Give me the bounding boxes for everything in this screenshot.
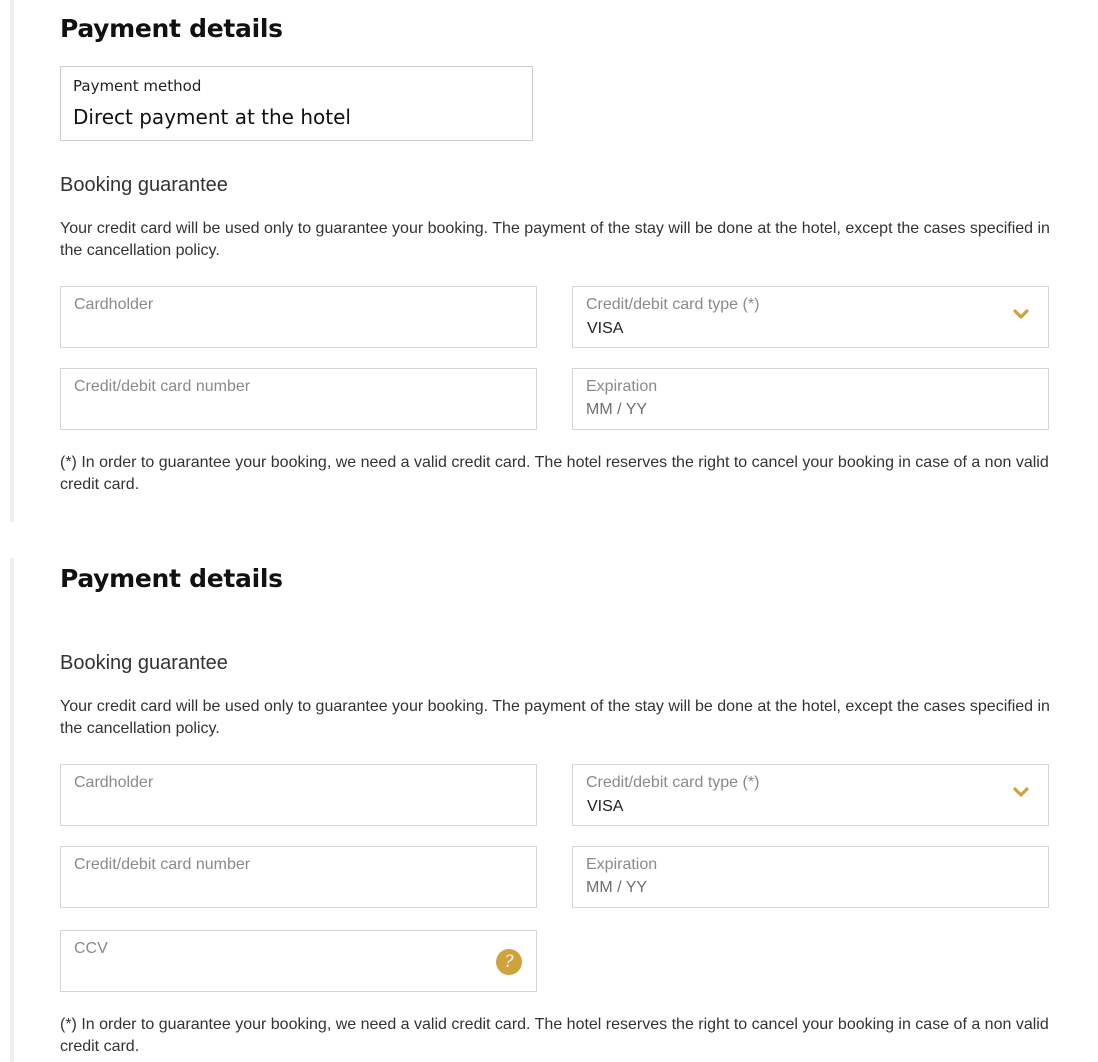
- card-number-field[interactable]: Credit/debit card number: [60, 846, 537, 908]
- card-type-select[interactable]: Credit/debit card type (*) VISA: [572, 764, 1049, 826]
- card-number-input[interactable]: [74, 877, 489, 899]
- cardholder-label: Cardholder: [74, 774, 154, 791]
- credit-card-note: (*) In order to guarantee your booking, …: [60, 1016, 1049, 1055]
- booking-guarantee-description: Your credit card will be used only to gu…: [60, 220, 1050, 259]
- card-type-select[interactable]: Credit/debit card type (*) VISA: [572, 286, 1049, 348]
- cardholder-input[interactable]: [74, 317, 489, 339]
- booking-guarantee-description: Your credit card will be used only to gu…: [60, 698, 1050, 737]
- payment-method-value: Direct payment at the hotel: [73, 105, 351, 129]
- cardholder-field[interactable]: Cardholder: [60, 764, 537, 826]
- card-type-value: VISA: [587, 320, 624, 337]
- expiration-label: Expiration: [586, 856, 658, 873]
- payment-method-select[interactable]: Payment method Direct payment at the hot…: [60, 66, 533, 141]
- card-number-label: Credit/debit card number: [74, 856, 251, 873]
- chevron-down-icon[interactable]: [1012, 307, 1030, 321]
- expiration-input[interactable]: [586, 877, 1001, 899]
- card-number-input[interactable]: [74, 399, 489, 421]
- expiration-field[interactable]: Expiration: [572, 846, 1049, 908]
- chevron-down-icon[interactable]: [1012, 785, 1030, 799]
- payment-details-section-1: Payment details Payment method Direct pa…: [10, 0, 1098, 522]
- booking-guarantee-heading: Booking guarantee: [60, 652, 228, 674]
- cardholder-label: Cardholder: [74, 296, 154, 313]
- ccv-field[interactable]: CCV ?: [60, 930, 537, 992]
- question-mark-icon[interactable]: ?: [496, 949, 522, 975]
- ccv-input[interactable]: [74, 961, 489, 983]
- page-title: Payment details: [60, 564, 283, 593]
- page-title: Payment details: [60, 14, 283, 43]
- card-type-value: VISA: [587, 798, 624, 815]
- card-type-label: Credit/debit card type (*): [586, 774, 760, 791]
- ccv-label: CCV: [74, 940, 108, 957]
- cardholder-field[interactable]: Cardholder: [60, 286, 537, 348]
- credit-card-note: (*) In order to guarantee your booking, …: [60, 454, 1049, 493]
- card-number-label: Credit/debit card number: [74, 378, 251, 395]
- card-type-label: Credit/debit card type (*): [586, 296, 760, 313]
- cardholder-input[interactable]: [74, 795, 489, 817]
- booking-guarantee-heading: Booking guarantee: [60, 174, 228, 196]
- payment-method-label: Payment method: [73, 77, 202, 95]
- payment-details-section-2: Payment details Booking guarantee Your c…: [10, 558, 1098, 1062]
- expiration-label: Expiration: [586, 378, 658, 395]
- card-number-field[interactable]: Credit/debit card number: [60, 368, 537, 430]
- expiration-field[interactable]: Expiration: [572, 368, 1049, 430]
- expiration-input[interactable]: [586, 399, 1001, 421]
